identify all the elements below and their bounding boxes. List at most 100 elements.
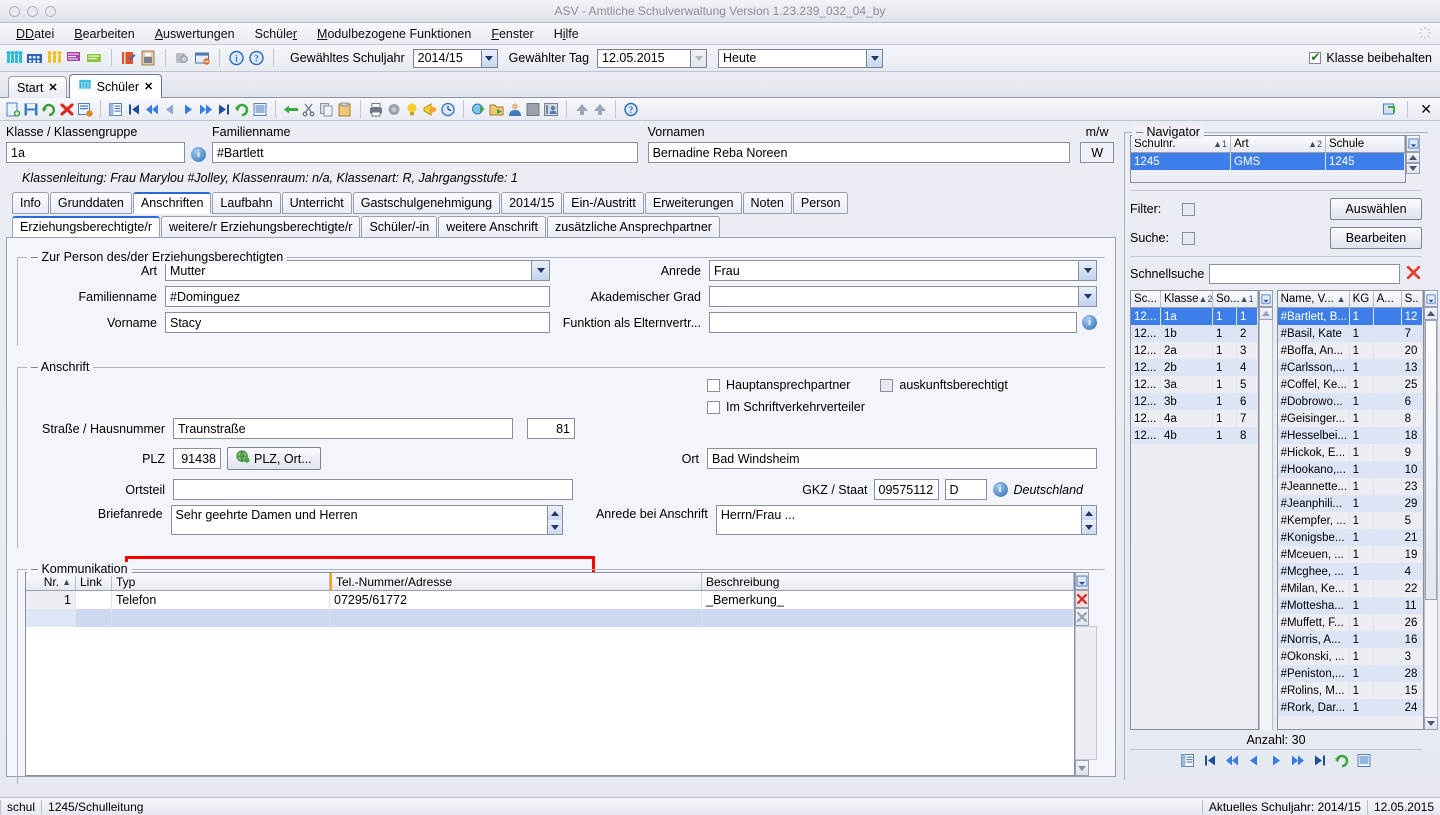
clock-icon[interactable]	[440, 102, 456, 117]
list-item[interactable]: 12... 3a 1 5	[1131, 376, 1258, 393]
ort-input[interactable]: Bad Windsheim	[707, 448, 1097, 469]
schriftverkehrverteiler-checkbox[interactable]	[707, 400, 720, 414]
print-report-icon[interactable]	[140, 50, 157, 66]
tab-gastschulgenehmigung[interactable]: Gastschulgenehmigung	[352, 192, 501, 214]
student-table[interactable]: Name, V... ▲ KG A... S.. #Bartlett, B... 1…	[1276, 290, 1424, 730]
previous-record-icon[interactable]	[1246, 753, 1262, 771]
table-row[interactable]: 1245 GMS 1245	[1131, 153, 1405, 170]
scroll-up-icon[interactable]	[1423, 307, 1438, 320]
fast-backward-icon[interactable]	[144, 102, 160, 117]
schriftverkehrverteiler-checkbox-row[interactable]: Im Schriftverkehrverteiler	[707, 400, 1008, 414]
filter-checkbox[interactable]	[1182, 202, 1195, 216]
menu-bearbeiten[interactable]: Bearbeiten	[64, 25, 144, 43]
menu-modulbezogene-funktionen[interactable]: Modulbezogene Funktionen	[307, 25, 481, 43]
list-item[interactable]: #Peniston,... 1 28	[1277, 665, 1423, 682]
list-item[interactable]: #Geisinger... 1 8	[1278, 410, 1423, 427]
list-item[interactable]: #Bartlett, B... 1 12	[1277, 308, 1423, 325]
classes-icon[interactable]	[66, 50, 83, 66]
report-list-icon[interactable]	[1356, 753, 1372, 771]
plz-input[interactable]: 91438	[173, 448, 221, 469]
list-item[interactable]: #Carlsson,... 1 13	[1277, 359, 1423, 376]
tag-combo[interactable]: 12.05.2015	[597, 48, 708, 68]
list-item[interactable]: #Muffett, F... 1 26	[1278, 614, 1423, 631]
clear-search-icon[interactable]	[1405, 264, 1422, 284]
gkz-input[interactable]: 09575112	[873, 479, 939, 500]
tab-person[interactable]: Person	[792, 192, 849, 214]
list-item[interactable]: #Konigsbe... 1 21	[1277, 529, 1423, 546]
fast-forward-icon[interactable]	[1290, 753, 1306, 771]
close-icon[interactable]: ✕	[48, 81, 57, 94]
menu-datei[interactable]: DDatei	[6, 25, 64, 43]
class-table-settings-icon[interactable]	[1258, 290, 1273, 307]
last-record-icon[interactable]	[216, 102, 232, 117]
list-item[interactable]: #Hesselbei... 1 18	[1277, 427, 1423, 444]
move-up-all-icon[interactable]	[592, 102, 608, 117]
keep-class-checkbox-row[interactable]: Klasse beibehalten	[1309, 50, 1432, 65]
subtab-weitere-anschrift[interactable]: weitere Anschrift	[438, 216, 546, 238]
schnellsuche-input[interactable]	[1209, 264, 1400, 284]
chevron-down-icon[interactable]	[480, 49, 497, 67]
edit-record-icon[interactable]	[77, 102, 93, 117]
refresh-icon[interactable]	[1334, 753, 1350, 771]
familienname-input[interactable]: #Bartlett	[211, 142, 638, 163]
suche-checkbox[interactable]	[1182, 231, 1195, 245]
tab-ein-austritt[interactable]: Ein-/Austritt	[563, 192, 644, 214]
scroll-down-icon[interactable]	[1406, 163, 1420, 174]
list-item[interactable]: 12... 1a 1 1	[1131, 308, 1258, 325]
bearbeiten-button[interactable]: Bearbeiten	[1330, 227, 1422, 249]
list-item[interactable]: #Boffa, An... 1 20	[1278, 342, 1423, 359]
chevron-down-icon[interactable]	[1078, 261, 1096, 280]
back-arrow-icon[interactable]	[283, 102, 299, 117]
klasse-info-icon[interactable]: i	[190, 147, 206, 162]
fast-backward-icon[interactable]	[1224, 753, 1240, 771]
tab-info[interactable]: Info	[12, 192, 49, 214]
tab-laufbahn[interactable]: Laufbahn	[212, 192, 281, 214]
close-icon[interactable]: ✕	[144, 80, 153, 93]
next-record-icon[interactable]	[180, 102, 196, 117]
students-icon[interactable]	[6, 50, 23, 66]
tab-2014-15[interactable]: 2014/15	[501, 192, 563, 214]
tab-anschriften[interactable]: Anschriften	[132, 192, 212, 214]
next-record-icon[interactable]	[1268, 753, 1284, 771]
scroll-down-icon[interactable]	[1075, 760, 1089, 776]
cut-icon[interactable]	[301, 102, 317, 117]
hausnummer-input[interactable]: 81	[527, 418, 575, 439]
subtab-schüler-in[interactable]: Schüler/-in	[361, 216, 438, 238]
restore-module-icon[interactable]	[1382, 102, 1398, 117]
akademischer-grad-combo[interactable]	[709, 286, 1097, 307]
hauptansprechpartner-checkbox[interactable]	[707, 378, 720, 392]
refresh-icon[interactable]	[234, 102, 250, 117]
strasse-input[interactable]: Traunstraße	[173, 418, 513, 439]
list-item[interactable]: #Norris, A... 1 16	[1277, 631, 1423, 648]
scroll-down-icon[interactable]	[1423, 717, 1438, 730]
menu-auswertungen[interactable]: Auswertungen	[145, 25, 245, 43]
chevron-up-icon[interactable]	[1082, 506, 1096, 520]
scroll-up-icon[interactable]	[1258, 307, 1273, 320]
plz-ort-button[interactable]: PLZ, Ort...	[227, 447, 321, 470]
vornamen-input[interactable]: Bernadine Reba Noreen	[647, 142, 1071, 163]
tab-unterricht[interactable]: Unterricht	[281, 192, 352, 214]
list-item[interactable]: #Okonski, ... 1 3	[1278, 648, 1423, 665]
last-record-icon[interactable]	[1312, 753, 1328, 771]
list-item[interactable]: #Milan, Ke... 1 22	[1278, 580, 1423, 597]
guardian-vorname-input[interactable]: Stacy	[165, 312, 550, 333]
list-item[interactable]: 12... 1b 1 2	[1131, 325, 1258, 342]
anrede-anschrift-spinner[interactable]	[1081, 506, 1096, 534]
first-record-icon[interactable]	[1202, 753, 1218, 771]
list-item[interactable]: #Hickok, E... 1 9	[1278, 444, 1423, 461]
chevron-down-icon[interactable]	[1078, 287, 1096, 306]
keep-class-checkbox[interactable]	[1309, 50, 1322, 64]
tab-grunddaten[interactable]: Grunddaten	[49, 192, 132, 214]
scrollbar-thumb[interactable]	[1424, 320, 1437, 600]
schuljahr-combo[interactable]: 2014/15	[412, 48, 498, 68]
help-icon[interactable]: ?	[623, 102, 639, 117]
list-item[interactable]: #Mcghee, ... 1 4	[1277, 563, 1423, 580]
paste-icon[interactable]	[337, 102, 353, 117]
menu-hilfe[interactable]: Hilfe	[544, 25, 589, 43]
hauptansprechpartner-checkbox-row[interactable]: Hauptansprechpartner	[707, 378, 850, 392]
list-item[interactable]: #Basil, Kate 1 7	[1277, 325, 1423, 342]
subtab-erziehungsberechtigte-r[interactable]: Erziehungsberechtigte/r	[12, 216, 161, 238]
list-item[interactable]: #Mceuen, ... 1 19	[1278, 546, 1423, 563]
list-item[interactable]: #Rolins, M... 1 15	[1278, 682, 1423, 699]
window-close-module-icon[interactable]	[194, 50, 211, 66]
